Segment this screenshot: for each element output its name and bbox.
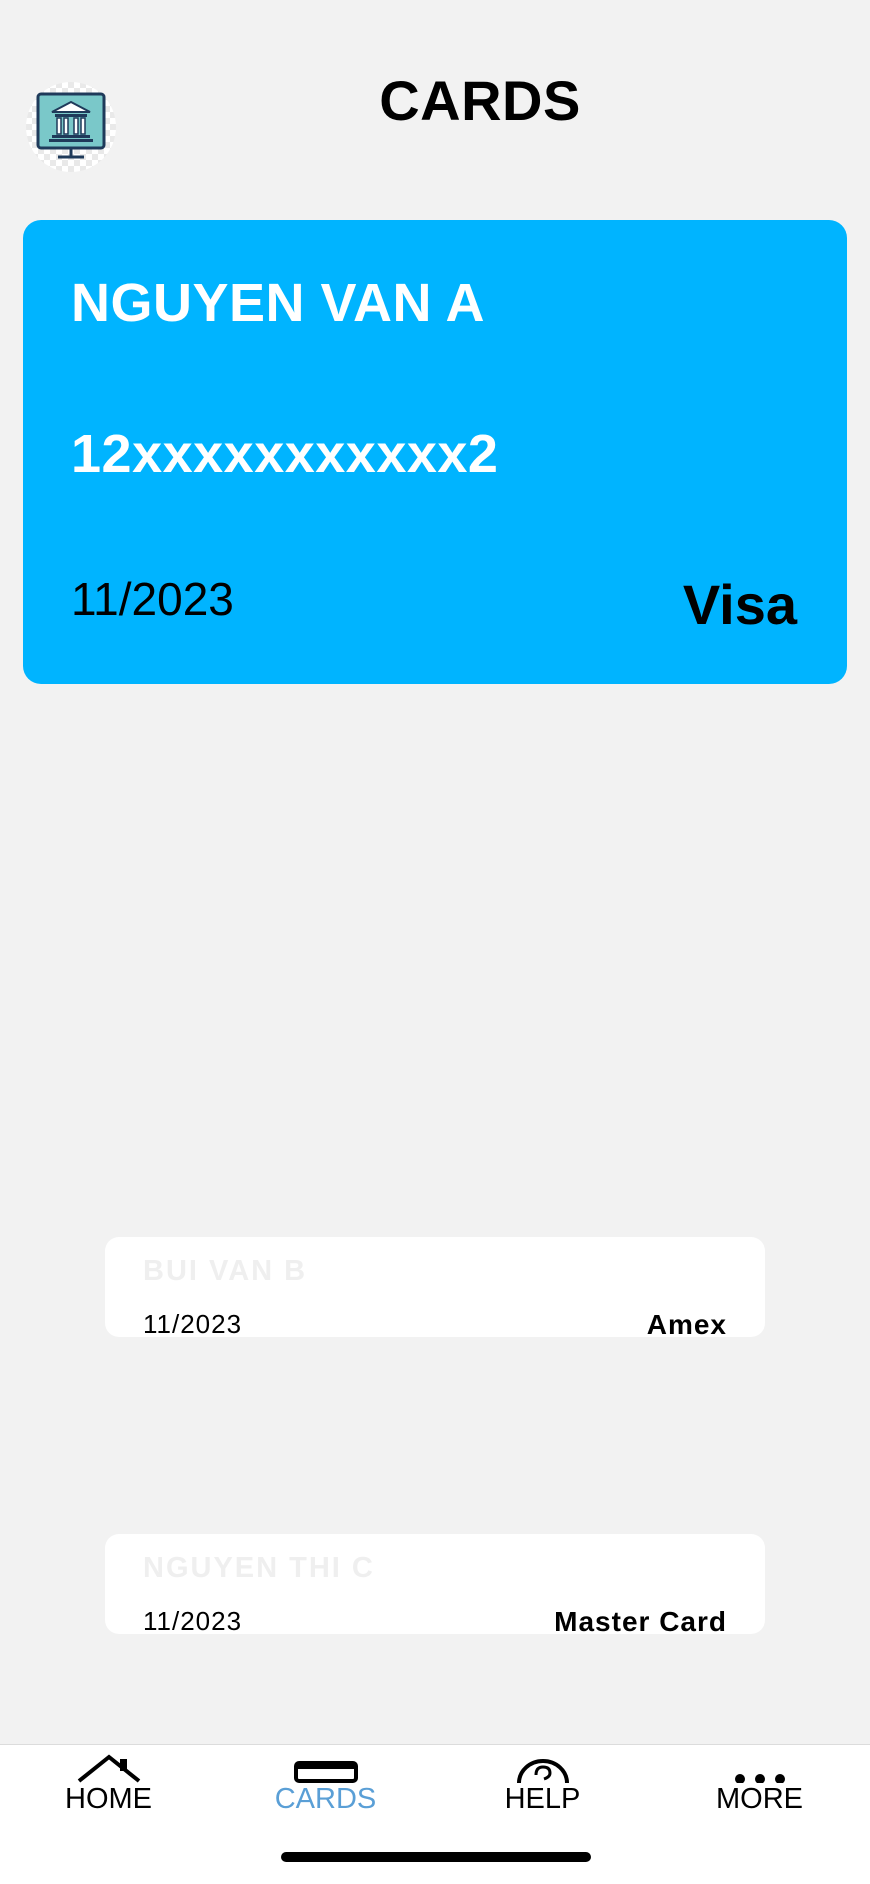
home-icon: [77, 1754, 140, 1783]
cards-screen: CARDS NGUYEN VAN A 12xxxxxxxxxxx2 11/202…: [0, 0, 870, 1884]
card-holder-name: NGUYEN THI C: [143, 1552, 375, 1584]
card-brand: Visa: [682, 573, 797, 636]
tab-cards-label: CARDS: [274, 1783, 377, 1815]
page-title: CARDS: [379, 69, 581, 132]
home-indicator: [281, 1852, 591, 1862]
tab-help[interactable]: HELP: [434, 1745, 651, 1825]
tab-home[interactable]: HOME: [0, 1745, 217, 1825]
card-holder-name: BUI VAN B: [143, 1255, 308, 1287]
tab-home-label: HOME: [65, 1783, 152, 1815]
card-brand: Master Card: [554, 1606, 727, 1637]
help-icon: [516, 1759, 569, 1783]
card-expiry: 11/2023: [143, 1309, 243, 1339]
tab-bar: HOME CARDS HELP MORE: [0, 1744, 870, 1884]
bed-icon: [293, 1761, 358, 1783]
tab-cards[interactable]: CARDS: [217, 1745, 434, 1825]
card-brand: Amex: [646, 1309, 727, 1340]
card-visa[interactable]: NGUYEN VAN A 12xxxxxxxxxxx2 11/2023 Visa: [23, 220, 847, 684]
more-icon: [734, 1774, 785, 1783]
tab-help-label: HELP: [504, 1783, 581, 1815]
tab-more[interactable]: MORE: [651, 1745, 868, 1825]
card-expiry: 11/2023: [143, 1606, 243, 1636]
card-number: 12xxxxxxxxxxx2: [71, 424, 499, 484]
card-amex[interactable]: BUI VAN B 11/2023 Amex: [105, 1237, 765, 1340]
tab-more-label: MORE: [716, 1783, 803, 1815]
card-holder-name: NGUYEN VAN A: [71, 273, 486, 333]
card-mastercard[interactable]: NGUYEN THI C 11/2023 Master Card: [105, 1534, 765, 1637]
card-expiry: 11/2023: [71, 573, 234, 625]
